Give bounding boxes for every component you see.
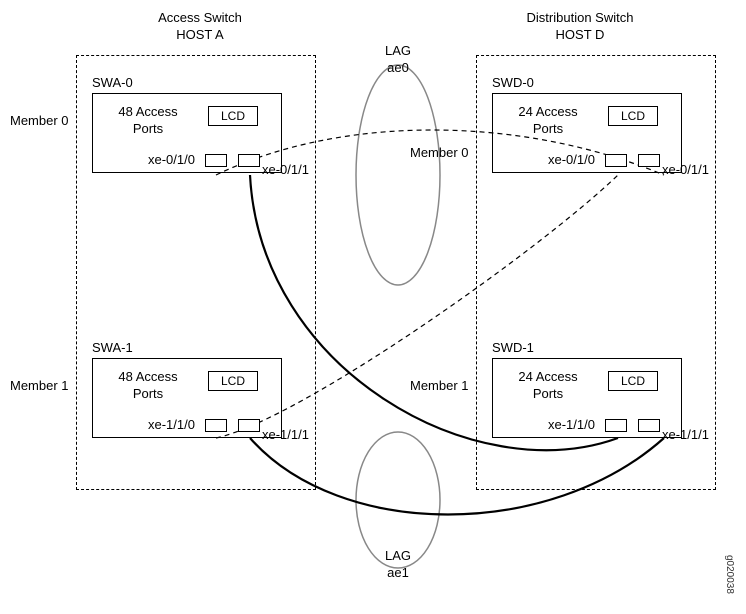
swd-0-ports-label: 24 Access Ports: [508, 104, 588, 138]
member-0-label-right: Member 0: [410, 145, 469, 162]
title-line2: HOST A: [176, 27, 223, 42]
distribution-switch-title: Distribution Switch HOST D: [480, 10, 680, 44]
swa-0-lcd: LCD: [208, 106, 258, 126]
swd-0-switch: 24 Access Ports LCD xe-0/1/0: [492, 93, 682, 173]
swd-1-ports-label: 24 Access Ports: [508, 369, 588, 403]
swd-0-lcd: LCD: [608, 106, 658, 126]
title-line1: Distribution Switch: [527, 10, 634, 25]
swa-0-switch: 48 Access Ports LCD xe-0/1/0: [92, 93, 282, 173]
lag-ae0-label: LAG ae0: [378, 43, 418, 77]
figure-id: g020038: [724, 555, 735, 594]
swa-1-port1: [238, 419, 260, 432]
swd-1-port0: [605, 419, 627, 432]
swa-0-port1-label: xe-0/1/1: [262, 162, 309, 179]
swa-1-name: SWA-1: [92, 340, 133, 357]
swa-1-lcd: LCD: [208, 371, 258, 391]
swd-1-port1: [638, 419, 660, 432]
swa-1-port1-label: xe-1/1/1: [262, 427, 309, 444]
swd-0-name: SWD-0: [492, 75, 534, 92]
swa-0-ports-label: 48 Access Ports: [108, 104, 188, 138]
swa-0-port0: [205, 154, 227, 167]
swd-0-port1-label: xe-0/1/1: [662, 162, 709, 179]
lag-ae1-label: LAG ae1: [378, 548, 418, 582]
swd-0-port0: [605, 154, 627, 167]
member-1-label-right: Member 1: [410, 378, 469, 395]
title-line1: Access Switch: [158, 10, 242, 25]
swd-1-port1-label: xe-1/1/1: [662, 427, 709, 444]
swa-1-port0-label: xe-1/1/0: [148, 417, 195, 434]
member-1-label-left: Member 1: [10, 378, 69, 395]
swd-0-port0-label: xe-0/1/0: [548, 152, 595, 169]
member-0-label-left: Member 0: [10, 113, 69, 130]
swa-0-name: SWA-0: [92, 75, 133, 92]
swa-0-port0-label: xe-0/1/0: [148, 152, 195, 169]
swa-1-port0: [205, 419, 227, 432]
swa-1-ports-label: 48 Access Ports: [108, 369, 188, 403]
swd-0-port1: [638, 154, 660, 167]
swa-0-port1: [238, 154, 260, 167]
swa-1-switch: 48 Access Ports LCD xe-1/1/0: [92, 358, 282, 438]
swd-1-name: SWD-1: [492, 340, 534, 357]
title-line2: HOST D: [556, 27, 605, 42]
swd-1-switch: 24 Access Ports LCD xe-1/1/0: [492, 358, 682, 438]
swd-1-port0-label: xe-1/1/0: [548, 417, 595, 434]
access-switch-title: Access Switch HOST A: [100, 10, 300, 44]
swd-1-lcd: LCD: [608, 371, 658, 391]
